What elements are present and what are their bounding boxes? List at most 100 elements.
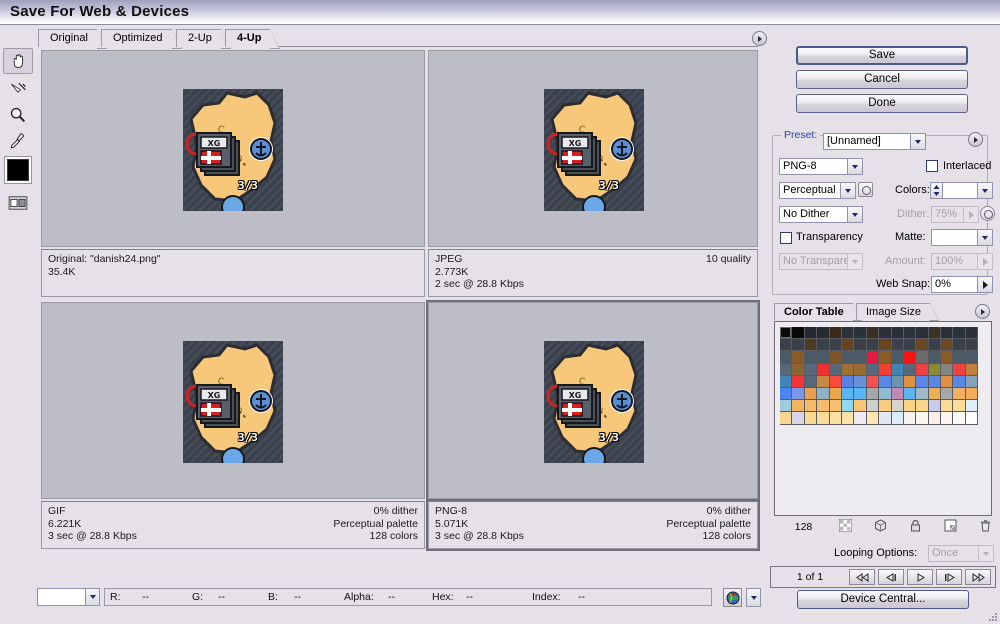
color-swatch[interactable]	[916, 412, 929, 425]
color-swatch[interactable]	[916, 387, 929, 401]
color-swatch[interactable]	[817, 387, 830, 401]
color-swatch[interactable]	[841, 351, 855, 364]
dither-options-icon[interactable]	[980, 206, 995, 221]
color-swatch[interactable]	[866, 387, 880, 401]
color-swatch[interactable]	[792, 387, 805, 401]
color-swatch[interactable]	[928, 387, 942, 401]
color-swatch[interactable]	[841, 412, 855, 425]
color-swatch[interactable]	[829, 327, 842, 340]
color-swatch[interactable]	[841, 400, 855, 413]
color-swatch[interactable]	[928, 400, 942, 413]
color-swatch[interactable]	[941, 412, 954, 425]
color-swatch[interactable]	[891, 375, 904, 388]
matte-value[interactable]	[931, 229, 978, 246]
color-swatch[interactable]	[903, 327, 917, 340]
transparency-checkbox[interactable]	[780, 232, 792, 244]
tab-image-size[interactable]: Image Size	[856, 303, 940, 321]
color-swatch[interactable]	[854, 327, 867, 340]
color-swatch[interactable]	[804, 339, 818, 352]
color-swatch[interactable]	[916, 327, 929, 340]
color-swatch[interactable]	[965, 412, 979, 425]
slice-select-tool[interactable]	[3, 76, 33, 102]
tab-2up[interactable]: 2-Up	[176, 29, 231, 49]
color-swatch[interactable]	[879, 351, 892, 364]
matte-select-chevron[interactable]	[977, 229, 993, 246]
color-swatch[interactable]	[829, 412, 842, 425]
dither-algorithm-value[interactable]: No Dither	[779, 206, 848, 223]
color-swatch[interactable]	[780, 363, 793, 376]
preset-select-value[interactable]: [Unnamed]	[823, 133, 911, 150]
color-swatch[interactable]	[804, 375, 818, 388]
color-swatch[interactable]	[903, 339, 917, 352]
browser-select-chevron[interactable]	[746, 588, 761, 607]
color-swatch[interactable]	[841, 339, 855, 352]
color-swatch[interactable]	[891, 351, 904, 364]
color-swatch[interactable]	[804, 387, 818, 401]
color-swatch[interactable]	[916, 339, 929, 352]
color-swatch[interactable]	[829, 400, 842, 413]
done-button[interactable]: Done	[796, 94, 968, 113]
foreground-color-swatch[interactable]	[4, 156, 32, 184]
preview-in-browser-button[interactable]	[723, 588, 742, 607]
color-swatch[interactable]	[891, 327, 904, 340]
color-swatch[interactable]	[941, 387, 954, 401]
color-swatch[interactable]	[879, 400, 892, 413]
preset-menu-icon[interactable]	[968, 132, 983, 147]
color-swatch[interactable]	[941, 339, 954, 352]
color-swatch[interactable]	[854, 387, 867, 401]
color-swatch[interactable]	[891, 400, 904, 413]
color-swatch[interactable]	[780, 412, 793, 425]
color-swatch[interactable]	[965, 351, 979, 364]
color-swatch[interactable]	[953, 375, 966, 388]
color-swatch[interactable]	[804, 351, 818, 364]
color-swatch[interactable]	[829, 351, 842, 364]
color-swatch[interactable]	[903, 387, 917, 401]
color-swatch[interactable]	[866, 327, 880, 340]
color-swatch[interactable]	[804, 363, 818, 376]
color-swatch[interactable]	[866, 375, 880, 388]
color-swatch[interactable]	[817, 351, 830, 364]
color-swatch[interactable]	[941, 327, 954, 340]
tab-4up[interactable]: 4-Up	[225, 29, 282, 49]
color-swatch[interactable]	[804, 327, 818, 340]
color-swatch[interactable]	[928, 363, 942, 376]
preview-panel-jpeg[interactable]: C o p p e XG 3/3	[428, 50, 758, 247]
color-reduction-select-value[interactable]: Perceptual	[779, 182, 841, 199]
first-frame-button[interactable]	[849, 569, 875, 585]
color-swatch[interactable]	[780, 375, 793, 388]
color-swatch[interactable]	[792, 327, 805, 340]
color-swatch[interactable]	[804, 412, 818, 425]
color-swatch[interactable]	[965, 387, 979, 401]
color-swatch[interactable]	[903, 412, 917, 425]
format-select-chevron[interactable]	[847, 158, 863, 175]
color-swatch[interactable]	[792, 363, 805, 376]
tab-original[interactable]: Original	[38, 29, 107, 49]
colors-value[interactable]	[942, 182, 978, 199]
resize-grip-icon[interactable]	[988, 612, 998, 622]
color-swatch[interactable]	[829, 339, 842, 352]
color-swatch[interactable]	[965, 400, 979, 413]
color-swatch[interactable]	[854, 412, 867, 425]
color-swatch[interactable]	[903, 351, 917, 364]
panel-menu-icon[interactable]	[752, 31, 767, 46]
color-swatch[interactable]	[903, 375, 917, 388]
color-swatch[interactable]	[866, 400, 880, 413]
color-swatch[interactable]	[879, 412, 892, 425]
next-frame-button[interactable]	[936, 569, 962, 585]
toggle-slices-visibility-tool[interactable]	[3, 190, 33, 216]
color-swatch[interactable]	[891, 387, 904, 401]
color-swatch[interactable]	[866, 351, 880, 364]
color-swatch[interactable]	[841, 327, 855, 340]
tab-color-table[interactable]: Color Table	[774, 303, 862, 321]
color-swatch[interactable]	[941, 400, 954, 413]
zoom-tool[interactable]	[3, 102, 33, 128]
color-swatch[interactable]	[841, 375, 855, 388]
web-snap-value[interactable]: 0%	[931, 276, 978, 293]
color-swatch[interactable]	[879, 327, 892, 340]
color-swatch[interactable]	[841, 387, 855, 401]
color-swatch[interactable]	[792, 339, 805, 352]
web-snap-slider-arrow[interactable]	[977, 276, 993, 293]
color-swatch[interactable]	[866, 339, 880, 352]
color-swatch[interactable]	[928, 412, 942, 425]
color-swatch[interactable]	[879, 339, 892, 352]
